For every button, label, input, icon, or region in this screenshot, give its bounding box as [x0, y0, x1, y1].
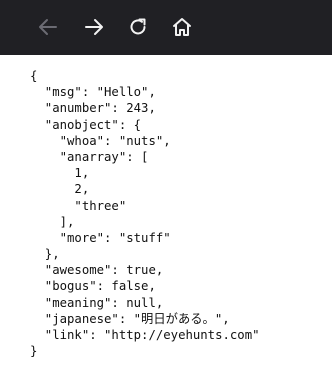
- back-button[interactable]: [33, 10, 63, 44]
- json-line: },: [30, 247, 60, 262]
- back-arrow-icon: [37, 16, 59, 38]
- json-text: { "msg": "Hello", "anumber": 243, "anobj…: [30, 68, 260, 359]
- reload-icon: [127, 16, 149, 38]
- json-line: "msg": "Hello",: [30, 85, 156, 100]
- home-button[interactable]: [167, 10, 197, 44]
- json-line: {: [30, 69, 38, 83]
- reload-button[interactable]: [123, 10, 153, 44]
- forward-button[interactable]: [79, 10, 109, 44]
- json-line: "more": "stuff": [30, 230, 171, 245]
- json-line: "japanese": "明日がある。",: [30, 311, 230, 326]
- home-icon: [171, 16, 193, 38]
- json-line: "anarray": [: [30, 149, 149, 164]
- forward-arrow-icon: [83, 16, 105, 38]
- json-line: "awesome": true,: [30, 263, 164, 278]
- json-line: }: [30, 344, 38, 359]
- json-line: "whoa": "nuts",: [30, 133, 171, 148]
- json-viewer: { "msg": "Hello", "anumber": 243, "anobj…: [0, 55, 332, 372]
- json-line: "bogus": false,: [30, 279, 156, 294]
- json-line: ],: [30, 214, 75, 229]
- json-line: "anobject": {: [30, 117, 142, 132]
- browser-toolbar: [0, 0, 332, 55]
- json-line: "meaning": null,: [30, 295, 164, 310]
- json-line: 2,: [30, 182, 90, 197]
- json-line: 1,: [30, 166, 90, 181]
- json-line: "anumber": 243,: [30, 101, 156, 116]
- json-line: "link": "http://eyehunts.com": [30, 328, 260, 342]
- json-line: "three": [30, 198, 127, 213]
